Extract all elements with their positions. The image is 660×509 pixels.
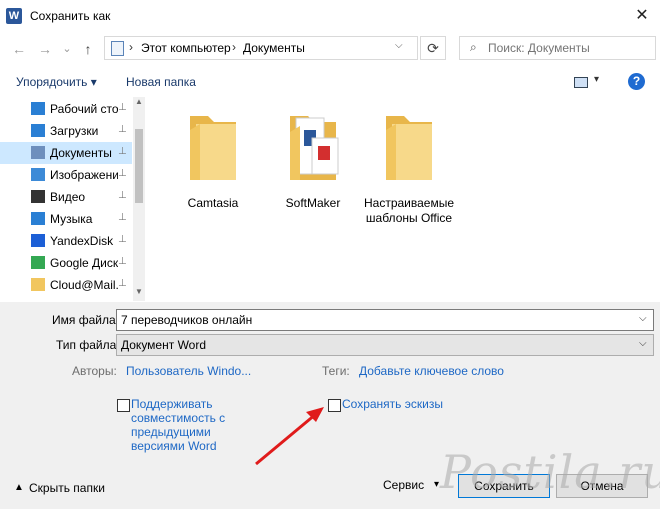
- sidebar-item[interactable]: Google Диск ⊥: [0, 252, 132, 274]
- address-bar[interactable]: › Этот компьютер › Документы ⌵: [104, 36, 418, 60]
- breadcrumb-documents[interactable]: Документы: [243, 41, 305, 55]
- hide-folders-button[interactable]: Скрыть папки: [29, 481, 105, 495]
- video-icon: [31, 190, 45, 203]
- pin-icon: ⊥: [118, 190, 127, 201]
- red-arrow-annotation: [255, 407, 324, 466]
- filename-value[interactable]: 7 переводчиков онлайн: [121, 313, 252, 327]
- sidebar-item[interactable]: YandexDisk ⊥: [0, 230, 132, 252]
- sidebar-item-label: Видео: [50, 190, 86, 204]
- word-app-icon: W: [6, 8, 22, 24]
- search-box[interactable]: ⌕: [459, 36, 656, 60]
- folder-item[interactable]: Настраиваемые шаблоны Office: [364, 104, 454, 225]
- service-menu[interactable]: Сервис: [383, 478, 424, 492]
- sidebar-scrollbar[interactable]: ▲ ▼: [133, 97, 145, 301]
- back-button[interactable]: ←: [10, 40, 28, 58]
- pin-icon: ⊥: [118, 168, 127, 179]
- scroll-up-icon[interactable]: ▲: [135, 97, 143, 106]
- filename-label: Имя файла:: [52, 313, 119, 327]
- watermark: Postila.ru: [440, 445, 660, 499]
- recent-locations-button[interactable]: ⌄: [58, 40, 76, 58]
- help-button[interactable]: ?: [628, 73, 645, 90]
- folder-icon: [386, 116, 432, 180]
- pictures-icon: [31, 168, 45, 181]
- thumbnails-checkbox-label[interactable]: Сохранять эскизы: [342, 397, 443, 411]
- refresh-button[interactable]: ⟳: [420, 36, 446, 60]
- folder-label: SoftMaker: [285, 196, 341, 210]
- authors-value[interactable]: Пользователь Windo...: [126, 364, 251, 378]
- compat-checkbox-label[interactable]: Поддерживать совместимость с предыдущими…: [131, 397, 241, 453]
- breadcrumb-separator: ›: [232, 40, 236, 54]
- sidebar-item[interactable]: Изображени ⊥: [0, 164, 132, 186]
- sidebar-item[interactable]: Загрузки ⊥: [0, 120, 132, 142]
- address-dropdown-icon[interactable]: ⌵: [395, 40, 403, 51]
- googledrive-icon: [31, 256, 45, 269]
- document-icon: [31, 146, 45, 159]
- cloudmail-icon: [31, 278, 45, 291]
- title-bar: W Сохранить как ✕: [0, 0, 660, 32]
- tags-label: Теги:: [322, 364, 350, 378]
- pin-icon: ⊥: [118, 256, 127, 267]
- search-icon: ⌕: [470, 40, 477, 54]
- music-icon: [31, 212, 45, 225]
- filename-dropdown-icon[interactable]: ⌵: [639, 313, 647, 324]
- sidebar-item-label: Загрузки: [50, 124, 99, 138]
- breadcrumb-this-pc[interactable]: Этот компьютер: [141, 41, 231, 55]
- folder-item[interactable]: SoftMaker: [268, 104, 358, 214]
- scroll-down-icon[interactable]: ▼: [135, 287, 143, 296]
- organize-menu[interactable]: Упорядочить ▾: [16, 75, 97, 89]
- search-input[interactable]: [486, 40, 650, 56]
- desktop-icon: [31, 102, 45, 115]
- sidebar-item[interactable]: Cloud@Mail. ⊥: [0, 274, 132, 296]
- tags-input[interactable]: Добавьте ключевое слово: [359, 364, 504, 378]
- scroll-thumb[interactable]: [135, 129, 143, 203]
- service-dropdown-icon[interactable]: ▾: [434, 479, 439, 490]
- view-dropdown-icon[interactable]: ▾: [594, 74, 599, 85]
- folder-label: Camtasia: [187, 196, 239, 210]
- sidebar-item-label: Cloud@Mail.: [50, 278, 118, 292]
- yandexdisk-icon: [31, 234, 45, 247]
- breadcrumb-separator: ›: [129, 40, 133, 54]
- filetype-value: Документ Word: [121, 338, 207, 352]
- filename-input[interactable]: 7 переводчиков онлайн ⌵: [116, 309, 654, 331]
- sidebar-item-label: Изображени: [50, 168, 118, 182]
- filetype-dropdown-icon[interactable]: ⌵: [639, 338, 647, 349]
- pin-icon: ⊥: [118, 212, 127, 223]
- up-folder-button[interactable]: ↑: [79, 40, 97, 58]
- hide-folders-icon[interactable]: ▲: [14, 482, 24, 493]
- pin-icon: ⊥: [118, 234, 127, 245]
- sidebar-item[interactable]: Музыка ⊥: [0, 208, 132, 230]
- pin-icon: ⊥: [118, 146, 127, 157]
- sidebar-item[interactable]: Документы ⊥: [0, 142, 132, 164]
- sidebar-item-label: Google Диск: [50, 256, 118, 270]
- sidebar-item-label: Рабочий сто: [50, 102, 118, 116]
- this-pc-icon: [111, 41, 124, 56]
- pin-icon: ⊥: [118, 278, 127, 289]
- pin-icon: ⊥: [118, 102, 127, 113]
- sidebar-item-label: Музыка: [50, 212, 93, 226]
- filetype-label: Тип файла:: [56, 338, 120, 352]
- new-folder-button[interactable]: Новая папка: [126, 75, 196, 89]
- view-mode-icon[interactable]: [574, 77, 588, 88]
- close-button[interactable]: ✕: [630, 5, 654, 27]
- window-title: Сохранить как: [30, 9, 111, 23]
- sidebar-item-label: YandexDisk: [50, 234, 114, 248]
- authors-label: Авторы:: [72, 364, 117, 378]
- sidebar-item[interactable]: Рабочий сто ⊥: [0, 98, 132, 120]
- folder-label: Настраиваемые шаблоны Office: [364, 196, 455, 225]
- download-icon: [31, 124, 45, 137]
- folder-with-documents-icon: [290, 116, 339, 180]
- forward-button[interactable]: →: [36, 40, 54, 58]
- compat-checkbox[interactable]: [117, 399, 130, 412]
- pin-icon: ⊥: [118, 124, 127, 135]
- sidebar-item-label: Документы: [50, 146, 112, 160]
- sidebar-item[interactable]: Видео ⊥: [0, 186, 132, 208]
- folder-icon: [190, 116, 236, 180]
- folder-item[interactable]: Camtasia: [168, 104, 258, 214]
- filetype-select[interactable]: Документ Word ⌵: [116, 334, 654, 356]
